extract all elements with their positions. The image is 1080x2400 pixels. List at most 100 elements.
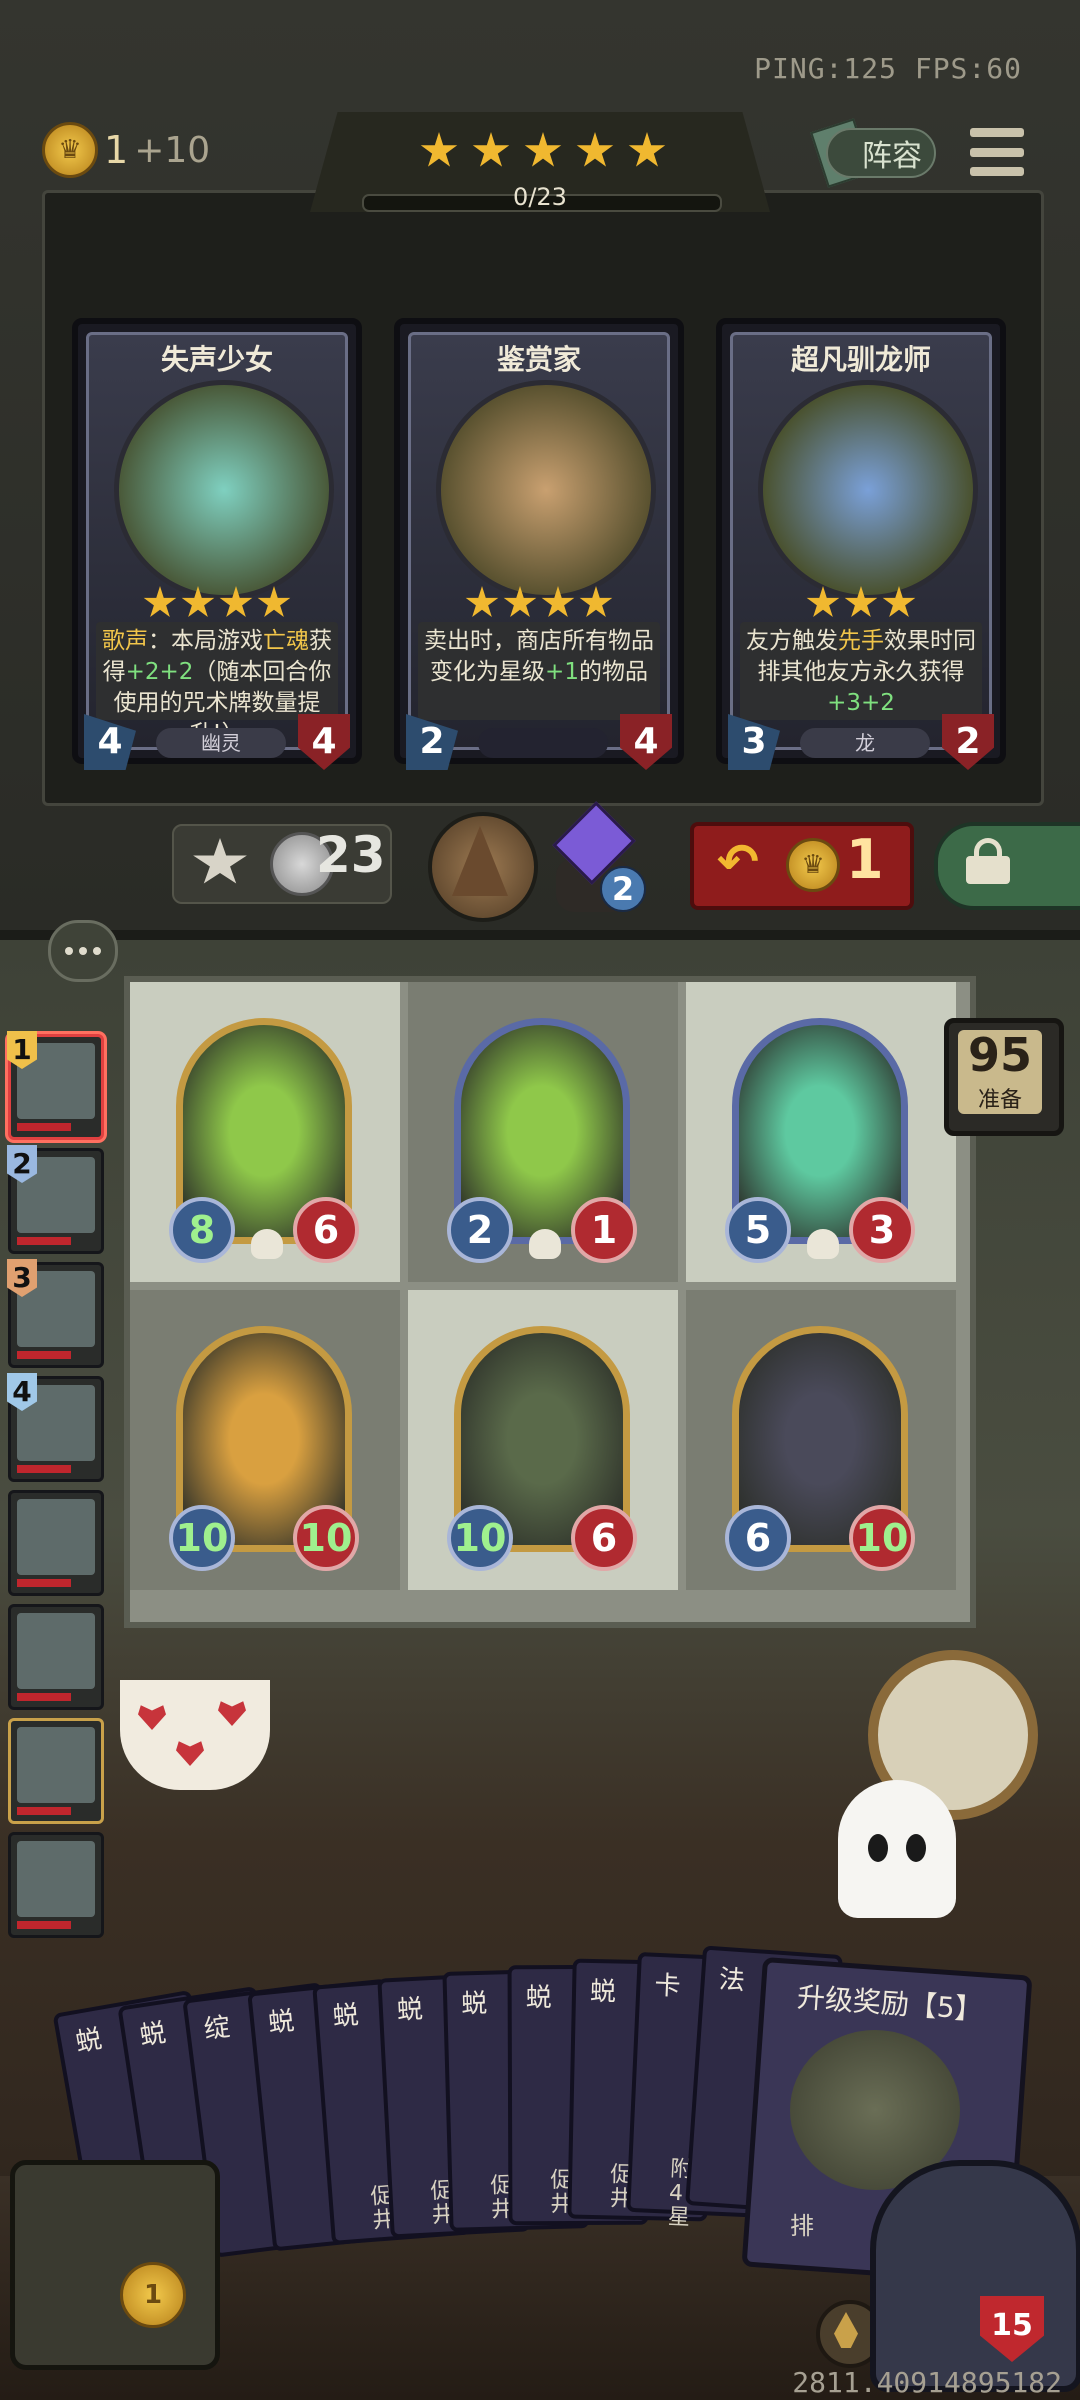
- gold-income: +10: [134, 129, 211, 171]
- desc-segment: ：本局游戏: [148, 628, 263, 654]
- network-status: PING:125 FPS:60: [754, 52, 1022, 85]
- player-avatar: [17, 1613, 95, 1689]
- card-health: 4: [298, 714, 350, 770]
- card-stars: [78, 586, 356, 620]
- gold-display: ♛ 1 +10: [42, 122, 210, 178]
- hand-card-name: 蜕: [266, 2006, 296, 2039]
- player-slot[interactable]: 2: [7, 1145, 104, 1254]
- card-health: 2: [942, 714, 994, 770]
- minion-health: 3: [849, 1197, 915, 1263]
- tier-star-icon: [420, 132, 458, 167]
- skull-icon: [529, 1229, 561, 1259]
- ghost-eye-icon: [906, 1834, 926, 1862]
- desc-segment: 的物品: [578, 659, 648, 685]
- minion-health: 10: [849, 1505, 915, 1571]
- tier-star-icon: [524, 132, 562, 167]
- board-minion[interactable]: 86: [169, 1018, 359, 1263]
- refresh-cost: 1: [846, 828, 884, 891]
- fps-readout: FPS:60: [914, 52, 1022, 85]
- player-health-bar: [17, 1807, 71, 1815]
- menu-bar-icon: [970, 167, 1024, 176]
- player-slot[interactable]: [8, 1490, 104, 1596]
- card-description: 卖出时，商店所有物品变化为星级+1的物品: [418, 622, 660, 720]
- hand-card-name: 蜕: [73, 2024, 105, 2059]
- hand-card-name: 蜕: [396, 1994, 424, 2026]
- desc-segment: +2+2: [125, 659, 194, 685]
- chat-dot-icon: [65, 947, 73, 955]
- board-minion[interactable]: 6 10: [725, 1326, 915, 1571]
- player-slot[interactable]: [8, 1832, 104, 1938]
- treasure-chest-button[interactable]: [10, 2160, 220, 2370]
- shop-card-2[interactable]: 鉴赏家 卖出时，商店所有物品变化为星级+1的物品 2 4: [394, 318, 684, 770]
- desc-segment: 亡魂: [263, 628, 309, 654]
- star-icon: [143, 586, 177, 617]
- star-icon: [579, 586, 613, 617]
- player-slot[interactable]: 3: [7, 1259, 104, 1368]
- gold-coin-icon: ♛: [42, 122, 98, 178]
- ghost-mascot[interactable]: [838, 1780, 956, 1918]
- shop-card-1[interactable]: 失声少女 歌声：本局游戏亡魂获得+2+2（随本回合你使用的咒术牌数量提升!） 幽…: [72, 318, 362, 770]
- heart-icon: [176, 1741, 204, 1766]
- star-icon: [465, 586, 499, 617]
- board-minion[interactable]: 53: [725, 1018, 915, 1263]
- hero-portrait[interactable]: [870, 2160, 1080, 2392]
- featured-card-desc: 排: [790, 2212, 814, 2240]
- hand-card-name: 绽: [202, 2012, 232, 2046]
- star-icon: [882, 586, 916, 617]
- player-health-bar: [17, 1465, 71, 1473]
- ghost-eye-icon: [868, 1834, 888, 1862]
- hand-card-name: 蜕: [460, 1988, 488, 2020]
- gold-coin-icon: ♛: [786, 838, 840, 892]
- heart-icon: [138, 1705, 166, 1730]
- skull-icon: [807, 1229, 839, 1259]
- hand-card-name: 蜕: [137, 2018, 169, 2052]
- dragon-tamer-portrait: [758, 380, 978, 600]
- player-slot[interactable]: 1: [7, 1031, 104, 1140]
- hand-card-name: 蜕: [331, 2000, 360, 2033]
- player-avatar: [17, 1727, 95, 1803]
- desc-segment: +1: [545, 659, 579, 685]
- star-icon: [219, 586, 253, 617]
- minion-health: 10: [293, 1505, 359, 1571]
- player-avatar: [17, 1499, 95, 1575]
- minion-attack: 5: [725, 1197, 791, 1263]
- chat-dot-icon: [79, 947, 87, 955]
- card-health: 4: [620, 714, 672, 770]
- desc-segment: 先手: [838, 628, 884, 654]
- star-icon: [503, 586, 537, 617]
- chest-count: 1: [120, 2262, 186, 2328]
- upgrade-cost: 23: [316, 826, 386, 884]
- minion-attack: 6: [725, 1505, 791, 1571]
- teacup-decoration: [120, 1680, 270, 1790]
- desc-segment: +3+2: [827, 690, 895, 716]
- board-minion[interactable]: 21: [447, 1018, 637, 1263]
- tier-star-icon: [628, 132, 666, 167]
- hand-card-name: 蜕: [589, 1976, 617, 2008]
- gold-amount: 1: [104, 128, 129, 172]
- player-health-bar: [17, 1921, 71, 1929]
- coordinate-readout: 2811.40914895182: [792, 2366, 1062, 2399]
- hand-card-name: 法: [717, 1964, 746, 1997]
- player-slot[interactable]: 4: [7, 1373, 104, 1482]
- board-minion[interactable]: 10 6: [447, 1326, 637, 1571]
- skull-icon: [251, 1229, 283, 1259]
- player-slot[interactable]: [8, 1604, 104, 1710]
- lineup-button[interactable]: 阵容: [826, 128, 936, 178]
- shop-card-3[interactable]: 超凡驯龙师 友方触发先手效果时同排其他友方永久获得+3+2 龙 3 2: [716, 318, 1006, 770]
- player-avatar: [17, 1841, 95, 1917]
- card-name: 超凡驯龙师: [790, 343, 931, 376]
- menu-button[interactable]: [970, 128, 1024, 176]
- board-minion[interactable]: 10 10: [169, 1326, 359, 1571]
- chat-button[interactable]: [48, 920, 118, 982]
- card-name: 鉴赏家: [496, 343, 581, 376]
- player-health-bar: [17, 1579, 71, 1587]
- minion-health: 1: [571, 1197, 637, 1263]
- minion-attack: 10: [447, 1505, 513, 1571]
- minion-health: 6: [571, 1505, 637, 1571]
- desc-segment: 歌声: [102, 628, 148, 654]
- card-stars: [400, 586, 678, 620]
- player-slot[interactable]: [8, 1718, 104, 1824]
- hand-card-name: 卡: [653, 1970, 682, 2002]
- tier-star-icon: [576, 132, 614, 167]
- player-health-bar: [17, 1237, 71, 1245]
